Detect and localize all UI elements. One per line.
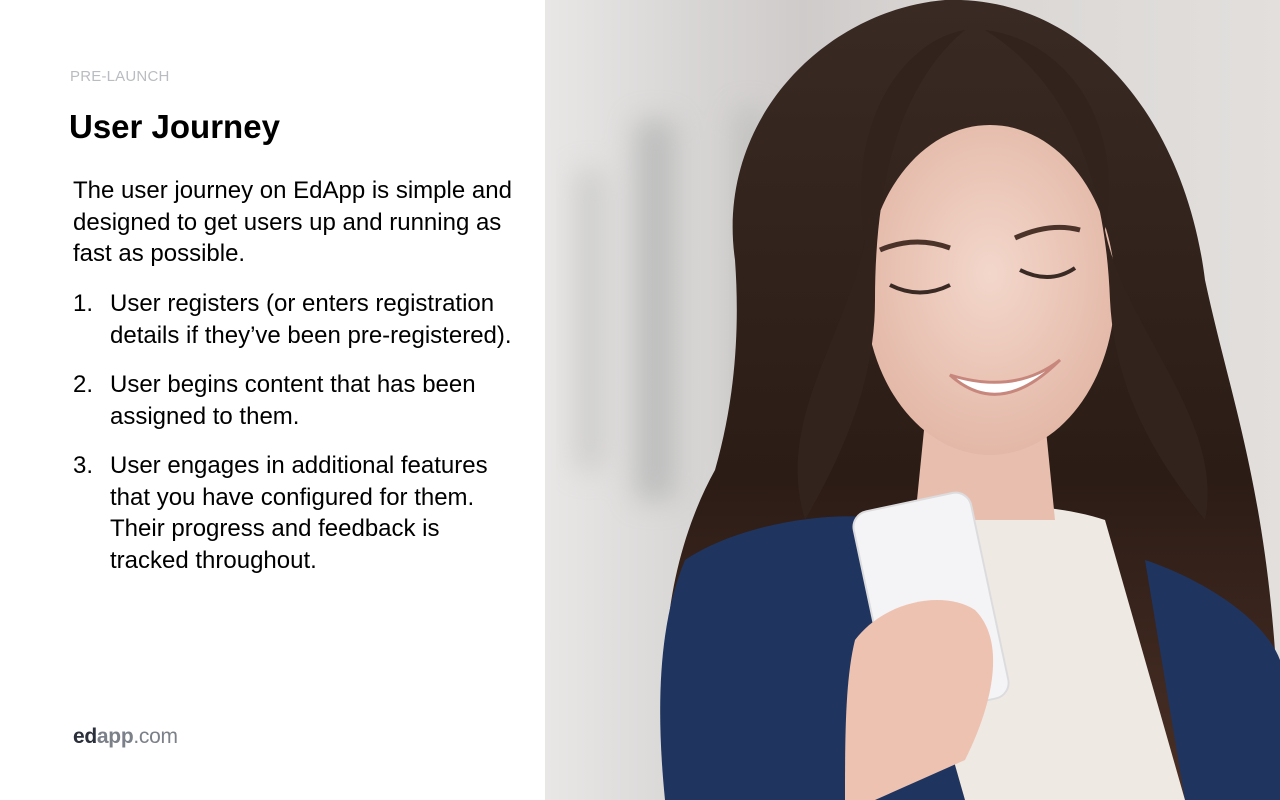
step-text: User registers (or enters registration d… xyxy=(110,290,512,349)
text-panel: PRE-LAUNCH User Journey The user journey… xyxy=(0,0,545,800)
section-eyebrow: PRE-LAUNCH xyxy=(70,68,170,85)
step-text: User begins content that has been assign… xyxy=(110,371,476,430)
logo-app: app xyxy=(96,725,134,748)
woman-with-phone-illustration xyxy=(575,0,1280,800)
logo-domain: .com xyxy=(133,725,178,748)
hero-photo xyxy=(545,0,1280,800)
list-item: 2. User begins content that has been ass… xyxy=(73,369,513,432)
slide-title: User Journey xyxy=(69,108,280,145)
step-number: 3. xyxy=(73,452,94,479)
logo-ed: ed xyxy=(73,725,97,748)
intro-paragraph: The user journey on EdApp is simple and … xyxy=(73,177,512,267)
list-item: 3. User engages in additional features t… xyxy=(73,450,513,576)
step-number: 1. xyxy=(73,290,94,317)
step-text: User engages in additional features that… xyxy=(110,452,488,574)
step-number: 2. xyxy=(73,371,94,398)
list-item: 1. User registers (or enters registratio… xyxy=(73,288,513,351)
edapp-logo: edapp.com xyxy=(73,725,178,749)
steps-list: 1. User registers (or enters registratio… xyxy=(73,288,513,594)
